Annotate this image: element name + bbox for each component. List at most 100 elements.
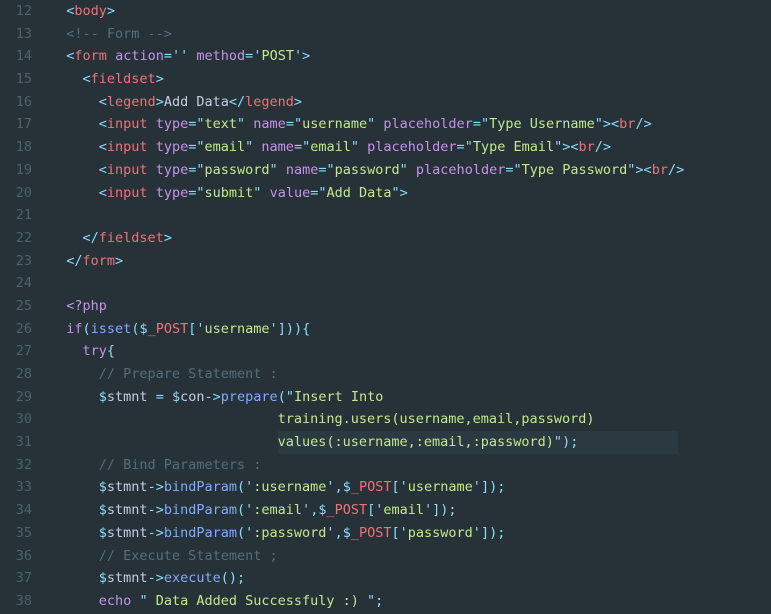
token-post: _POST — [351, 479, 392, 495]
token-str: POST — [261, 48, 294, 64]
token-str: Type Username — [489, 116, 595, 132]
token-fn: bindParam — [164, 502, 237, 518]
token-pun: " — [196, 116, 204, 132]
token-post: _POST — [148, 321, 189, 337]
code-line[interactable]: <!-- Form --> — [50, 23, 771, 46]
token-pun: >< — [635, 162, 651, 178]
token-sig: $ — [343, 479, 351, 495]
token-pun: " — [351, 139, 359, 155]
token-pun: " — [481, 116, 489, 132]
token-str: email — [310, 139, 351, 155]
code-line[interactable]: $stmnt->execute(); — [50, 567, 771, 590]
code-line[interactable]: </fieldset> — [50, 227, 771, 250]
code-line[interactable]: <input type="email" name="email" placeho… — [50, 136, 771, 159]
code-line[interactable]: <input type="text" name="username" place… — [50, 113, 771, 136]
token-pun: = — [473, 116, 481, 132]
token-cmt: // Bind Parameters : — [99, 457, 262, 473]
code-line[interactable]: values(:username,:email,:password)"); — [50, 431, 771, 454]
code-line[interactable]: $stmnt->bindParam(':password',$_POST['pa… — [50, 522, 771, 545]
token-str: Data Added Successfuly :) — [148, 593, 367, 609]
token-txt — [164, 389, 172, 405]
token-attr: name — [253, 116, 286, 132]
token-pun: '' — [172, 48, 188, 64]
code-line[interactable]: <?php — [50, 295, 771, 318]
token-pun: -> — [148, 570, 164, 586]
token-sig: $ — [139, 321, 147, 337]
token-txt — [148, 185, 156, 201]
code-area[interactable]: <body> <!-- Form --> <form action='' met… — [50, 0, 771, 614]
code-line[interactable]: <fieldset> — [50, 68, 771, 91]
token-kw: if — [66, 321, 82, 337]
token-attr: type — [156, 185, 189, 201]
code-line[interactable] — [50, 272, 771, 295]
token-pun: = — [286, 116, 294, 132]
line-number: 25 — [0, 295, 32, 318]
code-line[interactable]: echo " Data Added Successfuly :) "; — [50, 590, 771, 613]
token-pun: ' — [473, 479, 481, 495]
token-sig: $ — [172, 389, 180, 405]
code-line[interactable]: training.users(username,email,password) — [50, 408, 771, 431]
token-str: email — [383, 502, 424, 518]
token-pun: ' — [400, 479, 408, 495]
code-line[interactable]: <body> — [50, 0, 771, 23]
token-kw: echo — [99, 593, 132, 609]
token-txt — [148, 116, 156, 132]
token-var: stmnt — [107, 502, 148, 518]
token-str: text — [205, 116, 238, 132]
token-tag: fieldset — [91, 71, 156, 87]
token-cmt: <!-- Form --> — [66, 26, 172, 42]
token-pun: -> — [205, 389, 221, 405]
token-attr: placeholder — [383, 116, 472, 132]
code-line[interactable]: if(isset($_POST['username'])){ — [50, 318, 771, 341]
token-tag: legend — [107, 94, 156, 110]
code-line[interactable]: <legend>Add Data</legend> — [50, 91, 771, 114]
token-pun: " — [196, 139, 204, 155]
line-number: 37 — [0, 567, 32, 590]
token-pun: > — [164, 230, 172, 246]
token-pun: < — [99, 116, 107, 132]
token-fn: bindParam — [164, 525, 237, 541]
token-attr: placeholder — [367, 139, 456, 155]
token-var: stmnt — [107, 389, 148, 405]
line-number: 36 — [0, 545, 32, 568]
token-attr: method — [196, 48, 245, 64]
token-pun: < — [99, 162, 107, 178]
token-var: con — [180, 389, 204, 405]
token-str: username — [302, 116, 367, 132]
token-php: <?php — [66, 298, 107, 314]
line-number: 31 — [0, 431, 32, 454]
line-number: 32 — [0, 454, 32, 477]
token-pun: " — [465, 139, 473, 155]
code-line[interactable]: <input type="password" name="password" p… — [50, 159, 771, 182]
token-pun: [ — [391, 525, 399, 541]
token-pun: ' — [400, 525, 408, 541]
token-tag: input — [107, 139, 148, 155]
code-line[interactable]: $stmnt->bindParam(':email',$_POST['email… — [50, 499, 771, 522]
token-str: username — [408, 479, 473, 495]
token-str: password — [408, 525, 473, 541]
token-kw: try — [83, 343, 107, 359]
token-pun: " — [286, 389, 294, 405]
token-tag: body — [74, 3, 107, 19]
token-txt — [278, 162, 286, 178]
token-post: _POST — [351, 525, 392, 541]
token-str: :username — [253, 479, 326, 495]
code-line[interactable]: $stmnt = $con->prepare("Insert Into — [50, 386, 771, 409]
code-line[interactable]: <form action='' method='POST'> — [50, 45, 771, 68]
code-line[interactable] — [50, 204, 771, 227]
code-line[interactable]: // Bind Parameters : — [50, 454, 771, 477]
token-tag: form — [83, 253, 116, 269]
token-str: :email — [253, 502, 302, 518]
code-line[interactable]: </form> — [50, 250, 771, 273]
code-line[interactable]: // Execute Statement ; — [50, 545, 771, 568]
line-number: 18 — [0, 136, 32, 159]
token-pun: " — [139, 593, 147, 609]
code-line[interactable]: // Prepare Statement : — [50, 363, 771, 386]
token-pun: " — [392, 185, 400, 201]
code-line[interactable]: <input type="submit" value="Add Data"> — [50, 182, 771, 205]
code-line[interactable]: $stmnt->bindParam(':username',$_POST['us… — [50, 476, 771, 499]
token-pun: = — [294, 139, 302, 155]
code-line[interactable]: try{ — [50, 340, 771, 363]
line-number: 12 — [0, 0, 32, 23]
token-pun: -> — [148, 525, 164, 541]
